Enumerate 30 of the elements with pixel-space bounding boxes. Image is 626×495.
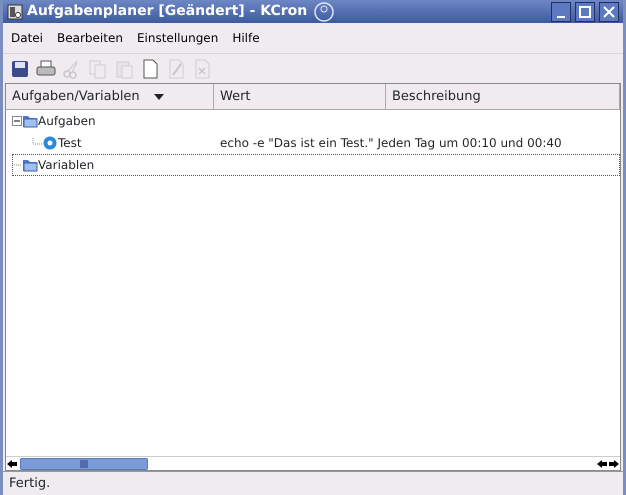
tree-row[interactable]: Test echo -e "Das ist ein Test." Jeden Tag um 00:10 und 00:40 — [12, 132, 620, 154]
menu-item[interactable]: Datei — [11, 29, 44, 47]
scrollbar-thumb[interactable] — [20, 458, 148, 470]
column-header[interactable]: Aufgaben/Variablen — [6, 84, 214, 109]
folder-icon — [22, 157, 38, 173]
column-header[interactable]: Beschreibung — [386, 84, 620, 109]
caret-icon — [154, 94, 164, 100]
scroll-left-icon[interactable] — [6, 458, 18, 468]
tree-row[interactable]: Variablen — [12, 154, 620, 176]
close-icon — [602, 4, 616, 18]
app-icon — [7, 4, 23, 20]
minimize-icon — [554, 16, 568, 18]
tree-label: Variablen — [38, 157, 94, 174]
scroll-right-icon[interactable] — [608, 458, 620, 468]
menu-item[interactable]: Hilfe — [232, 29, 260, 47]
maximize-button[interactable] — [575, 2, 595, 22]
scroll-left-icon[interactable] — [596, 458, 608, 468]
value-cell-text: echo -e "Das ist ein Test." Jeden Tag um 00:10 und 00:40 — [220, 135, 562, 152]
maximize-icon — [578, 4, 592, 18]
tree-row[interactable]: Aufgaben — [12, 110, 620, 132]
menu-item[interactable]: Einstellungen — [136, 29, 218, 47]
folder-icon — [22, 113, 38, 129]
close-button[interactable] — [599, 2, 619, 22]
column-header[interactable]: Wert — [214, 84, 386, 109]
minimize-button[interactable] — [551, 2, 571, 22]
window-title: Aufgabenplaner [Geändert] - KCron — [27, 2, 308, 21]
status-bar: Fertig. — [3, 471, 623, 495]
tree-label: Aufgaben — [38, 113, 96, 130]
menu-item[interactable]: Bearbeiten — [57, 29, 123, 47]
tree-label: Test — [58, 135, 82, 152]
